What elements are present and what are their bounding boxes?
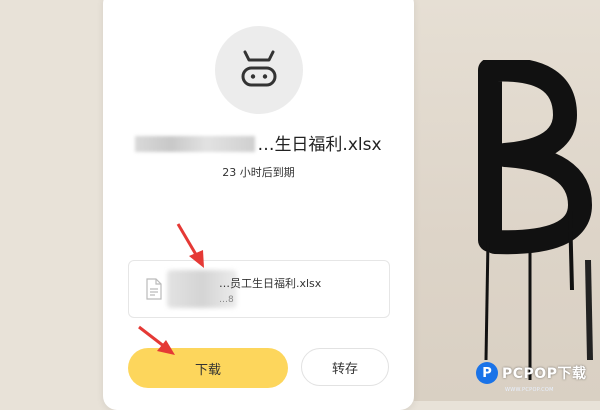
site-watermark: P PCPOP下载 bbox=[476, 362, 586, 384]
watermark-subtext: WWW.PCPOP.COM bbox=[505, 387, 554, 393]
watermark-logo-icon: P bbox=[476, 362, 498, 384]
expiry-text: 23 小时后到期 bbox=[222, 166, 295, 179]
file-title: …生日福利.xlsx bbox=[103, 130, 414, 155]
annotation-arrow-icon bbox=[176, 223, 204, 268]
cow-logo-icon bbox=[215, 26, 303, 114]
redacted-text bbox=[135, 136, 256, 152]
graffiti-decoration bbox=[478, 60, 593, 380]
file-row-name: …员工生日福利.xlsx bbox=[219, 277, 322, 290]
file-row-meta: …8 bbox=[219, 295, 234, 305]
file-icon bbox=[146, 278, 162, 300]
watermark-text: PCPOP下载 bbox=[502, 366, 587, 382]
save-to-drive-button[interactable]: 转存 bbox=[301, 348, 389, 386]
file-list-item[interactable]: …员工生日福利.xlsx …8 bbox=[128, 260, 390, 318]
annotation-arrow-icon bbox=[138, 325, 175, 355]
